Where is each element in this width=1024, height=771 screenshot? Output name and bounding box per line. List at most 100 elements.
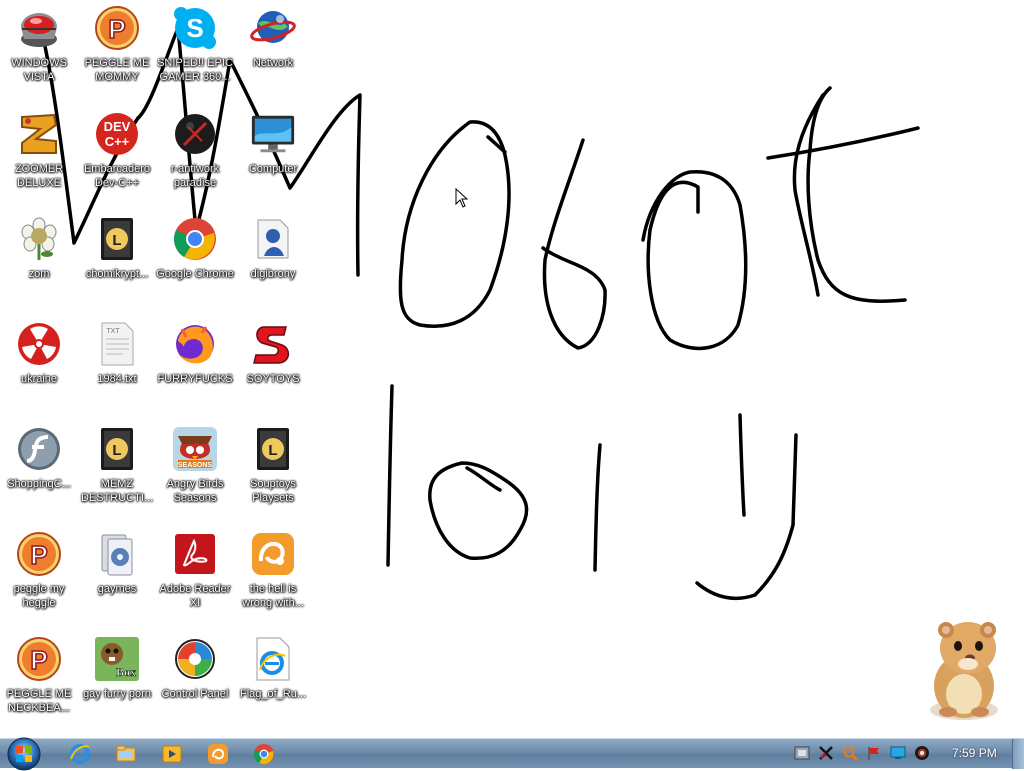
internet-explorer-icon [70, 744, 90, 764]
desktop-icon-label: Google Chrome [156, 268, 234, 280]
desktop-icon-label: PEGGLE ME NECKBEA... [6, 688, 72, 714]
desktop-icon[interactable]: SEASONS Angry Birds Seasons [156, 425, 234, 525]
desktop-icon[interactable]: DEV C++ Embarcadero Dev-C++ [78, 110, 156, 210]
desktop-icon-label: Computer [248, 163, 298, 175]
radiation-icon [15, 320, 63, 368]
desktop-icon[interactable]: Flag_of_Ru... [234, 635, 312, 735]
desktop-icon-label: ukraine [20, 373, 58, 385]
desktop-icon[interactable]: the hell is wrong with... [234, 530, 312, 630]
control-panel-icon [171, 635, 219, 683]
desktop-icon[interactable]: TXT 1984.txt [78, 320, 156, 420]
desktop-icon-label: PEGGLE ME MOMMY [84, 57, 150, 83]
ie-html-file-icon [249, 635, 297, 683]
tray-volume-icon[interactable] [914, 745, 930, 761]
desktop-icon-label: gay furry porn [83, 688, 151, 700]
taskbar-clock[interactable]: 7:59 PM [952, 746, 997, 760]
desktop-icon[interactable]: L MEMZ DESTRUCTI... [78, 425, 156, 525]
desktop-icon[interactable]: Computer [234, 110, 312, 210]
tray-flag-icon[interactable] [866, 745, 882, 761]
network-globe-icon [249, 4, 297, 52]
taskbar-uc-browser[interactable] [200, 741, 236, 767]
desktop-icon[interactable]: ZOOMER DELUXE [0, 110, 78, 210]
shortcut-clock-icon: L [93, 215, 141, 263]
desktop-icon[interactable]: SOYTOYS [234, 320, 312, 420]
show-desktop-button[interactable] [1012, 739, 1024, 769]
peggle-icon: P [15, 530, 63, 578]
desktop-icon[interactable]: S SNIPED!! EPIC GAMER 360... [156, 4, 234, 104]
peggle-icon: P [15, 635, 63, 683]
mouse-pointer-icon [455, 188, 469, 208]
taskbar-chrome[interactable] [246, 741, 282, 767]
desktop-icon-label: Control Panel [161, 688, 229, 700]
tray-antivirus-icon[interactable] [818, 745, 834, 761]
desktop-icon-label: Network [252, 57, 294, 69]
chrome-icon [171, 215, 219, 263]
tray-generic-icon[interactable] [794, 745, 810, 761]
svg-text:P: P [30, 540, 47, 570]
desktop-icon[interactable]: Control Panel [156, 635, 234, 735]
desktop-icon[interactable]: r-antiwork paradise [156, 110, 234, 210]
svg-text:L: L [268, 442, 277, 459]
uc-browser-icon [208, 744, 228, 764]
shortcut-clock-icon: L [249, 425, 297, 473]
desktop-icon[interactable]: Adobe Reader XI [156, 530, 234, 630]
desktop-icon[interactable]: Google Chrome [156, 215, 234, 315]
media-player-icon [162, 745, 182, 763]
desktop-icon-label: WINDOWS VISTA [11, 57, 67, 83]
taskbar-internet-explorer[interactable] [62, 741, 98, 767]
desktop-icon[interactable]: L Souptoys Playsets [234, 425, 312, 525]
skype-icon: S [171, 4, 219, 52]
desktop-icon[interactable]: digibrony [234, 215, 312, 315]
desktop-icon-label: Flag_of_Ru... [239, 688, 307, 700]
desktop-icon-label: 1984.txt [97, 373, 137, 385]
shortcut-clock-icon: L [93, 425, 141, 473]
tray-display-icon[interactable] [890, 745, 906, 761]
desktop-icon-label: Angry Birds Seasons [166, 478, 224, 504]
taskbar-media-player[interactable] [154, 741, 190, 767]
desktop-icon-label: Adobe Reader XI [159, 583, 231, 609]
desktop-icon[interactable]: P PEGGLE ME MOMMY [78, 4, 156, 104]
box-beaver-icon: Box [93, 635, 141, 683]
computer-monitor-icon [249, 110, 297, 158]
hamster-mascot[interactable] [918, 612, 1010, 724]
dark-sphere-icon [171, 110, 219, 158]
chrome-icon [254, 744, 274, 765]
desktop-icon-label: MEMZ DESTRUCTI... [80, 478, 154, 504]
desktop-icon[interactable]: ukraine [0, 320, 78, 420]
taskbar-explorer[interactable] [108, 741, 144, 767]
desktop-icon[interactable]: P PEGGLE ME NECKBEA... [0, 635, 78, 735]
taskbar: 7:59 PM [0, 735, 1024, 771]
desktop-icon-label: ShoppingC... [7, 478, 71, 490]
tray-search-icon[interactable] [842, 745, 858, 761]
svg-text:TXT: TXT [106, 328, 120, 335]
svg-text:P: P [30, 645, 47, 675]
desktop-icon-label: SNIPED!! EPIC GAMER 360... [157, 57, 233, 83]
desktop-icon[interactable]: zom [0, 215, 78, 315]
digibrony-icon [249, 215, 297, 263]
desktop-icon[interactable]: Lchomikrypt... [78, 215, 156, 315]
svg-text:S: S [186, 13, 203, 43]
desktop-icon-label: chomikrypt... [85, 268, 149, 280]
svg-text:DEV: DEV [104, 119, 131, 134]
firefox-icon [171, 320, 219, 368]
text-file-icon: TXT [93, 320, 141, 368]
svg-text:SEASONS: SEASONS [178, 462, 213, 469]
desktop-icon[interactable]: Box gay furry porn [78, 635, 156, 735]
desktop-icon-label: SOYTOYS [246, 373, 300, 385]
desktop-icon-label: Souptoys Playsets [250, 478, 296, 504]
desktop-icon[interactable]: FURRYFUCKS [156, 320, 234, 420]
desktop-icon-label: peggle my heggle [13, 583, 65, 609]
svg-text:L: L [112, 442, 121, 459]
svg-text:P: P [108, 14, 125, 44]
start-orb-icon[interactable] [4, 735, 44, 771]
svg-text:Box: Box [116, 665, 136, 679]
desktop-icon[interactable]: WINDOWS VISTA [0, 4, 78, 104]
desktop-icon[interactable]: Ppeggle my heggle [0, 530, 78, 630]
explorer-folder-icon [116, 745, 136, 762]
peggle-icon: P [93, 4, 141, 52]
desktop-icon[interactable]: gaymes [78, 530, 156, 630]
devcpp-icon: DEV C++ [93, 110, 141, 158]
desktop-icon[interactable]: Network [234, 4, 312, 104]
red-s-icon [249, 320, 297, 368]
desktop-icon[interactable]: ShoppingC... [0, 425, 78, 525]
